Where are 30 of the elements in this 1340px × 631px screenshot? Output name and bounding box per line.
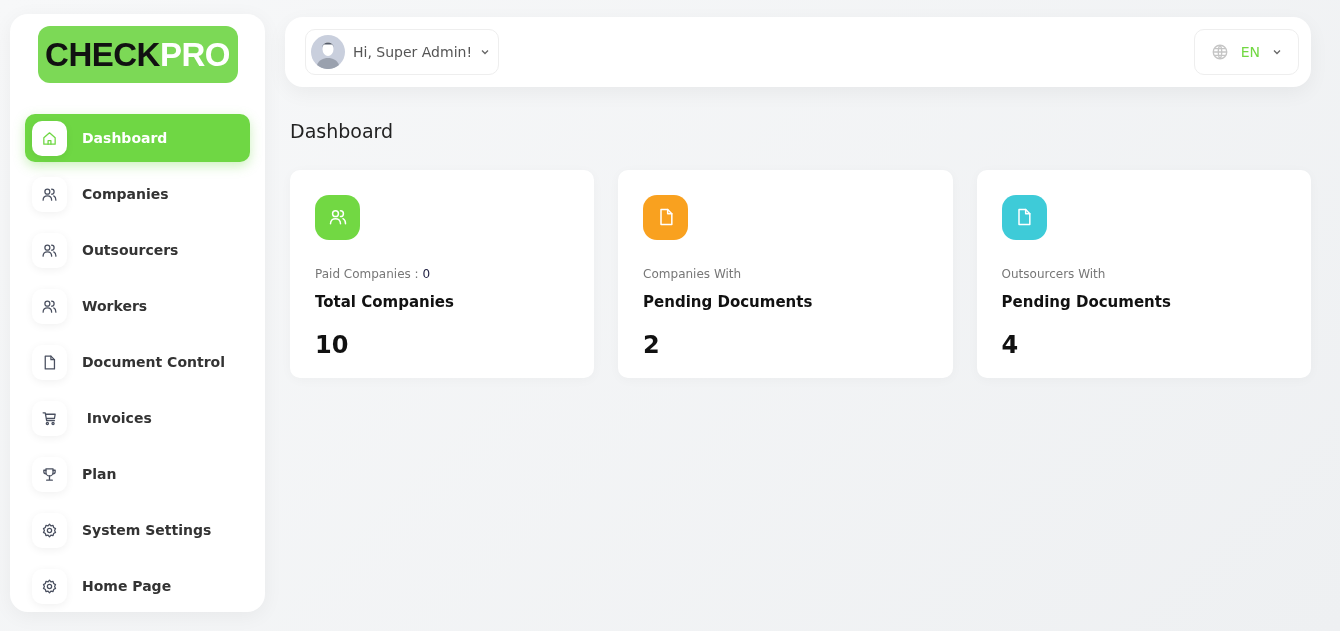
caret-icon <box>1272 47 1282 57</box>
sidebar-item[interactable]: Workers <box>25 282 250 330</box>
card-title: Pending Documents <box>1001 291 1172 313</box>
sidebar-item[interactable]: System Settings <box>25 506 250 554</box>
card-subtitle: Outsourcers With <box>1001 265 1107 283</box>
user-menu-button[interactable]: Hi, Super Admin! <box>305 29 499 75</box>
trophy-icon <box>41 465 58 483</box>
page-title: Dashboard <box>290 119 395 144</box>
settings-icon <box>41 577 58 595</box>
home-icon <box>41 129 58 147</box>
sidebar-item[interactable]: Outsourcers <box>25 226 250 274</box>
card-value: 10 <box>315 330 350 361</box>
cart-icon <box>41 409 58 427</box>
sidebar-item[interactable]: Home Page <box>25 562 250 610</box>
sidebar-item[interactable]: Companies <box>25 170 250 218</box>
sidebar-item[interactable]: Invoices <box>25 394 250 442</box>
card-subtitle: Paid Companies : 0 <box>315 265 432 283</box>
card-value: 2 <box>643 330 661 361</box>
globe-icon <box>1210 43 1229 61</box>
sidebar-item[interactable]: Plan <box>25 450 250 498</box>
card-title: Pending Documents <box>643 291 814 313</box>
people-icon <box>327 207 348 227</box>
card-title: Total Companies <box>315 291 455 313</box>
sidebar-item[interactable]: Document Control <box>25 338 250 386</box>
logo-text: CHECKPRO <box>37 26 238 83</box>
caret-icon <box>480 47 490 57</box>
avatar-icon <box>311 35 345 69</box>
settings-icon <box>41 521 58 539</box>
card-subtitle: Companies With <box>643 265 743 283</box>
card-value: 4 <box>1001 330 1020 361</box>
